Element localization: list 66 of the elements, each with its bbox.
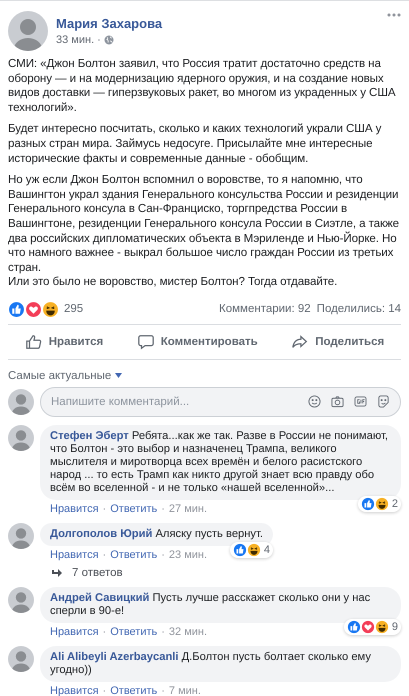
commenter-name[interactable]: Долгополов Юрий bbox=[50, 528, 152, 540]
comment-text: Стефен Эберт Ребята...как же так. Разве в России не понимают, что Болтон - это выбор и назначенец Трампа, великого мыслителя и миротворца всех времён и белого расистского народ ... то есть Трамп как никто другой знает всю правду обо всём во вселенной - и не только «нашей вселенной»... bbox=[50, 430, 389, 495]
post-paragraph: СМИ: «Джон Болтон заявил, что Россия тратит достаточно средств на оборону — и на модернизацию ядерного оружия, и на создание новых видов доставки — гиперзвуковых ракет, во многом из украденных у США технологий». bbox=[8, 57, 396, 116]
reaction-count[interactable]: 295 bbox=[64, 303, 84, 316]
reply-link[interactable]: Ответить bbox=[110, 684, 158, 696]
post-paragraph: Будет интересно посчитать, сколько и каких технологий украли США у разных стран мира. Займусь недосуге. Присылайте мне интересные исторические факты и современные данные - обобщим. bbox=[8, 122, 382, 166]
avatar[interactable] bbox=[8, 586, 34, 613]
reaction-count: 2 bbox=[392, 498, 398, 510]
camera-icon[interactable] bbox=[331, 395, 344, 408]
comment-time[interactable]: 27 мин. bbox=[168, 502, 208, 515]
thumbs-up-icon bbox=[24, 332, 43, 351]
separator: · bbox=[102, 626, 106, 638]
separator: · bbox=[161, 548, 165, 561]
like-link[interactable]: Нравится bbox=[50, 684, 99, 696]
reply-arrow-icon bbox=[52, 568, 62, 577]
like-button[interactable]: Нравится bbox=[16, 328, 112, 355]
separator: · bbox=[102, 502, 106, 515]
reaction-summary[interactable]: 2 bbox=[358, 496, 401, 512]
comment-time[interactable]: 32 мин. bbox=[168, 626, 208, 638]
separator: · bbox=[102, 684, 106, 696]
comment-field[interactable]: Напишите комментарий... bbox=[51, 396, 298, 408]
author-name[interactable]: Мария Захарова bbox=[56, 16, 379, 31]
globe-icon bbox=[104, 35, 114, 45]
shares-count[interactable]: Поделились: 14 bbox=[316, 303, 401, 316]
separator: · bbox=[161, 502, 165, 515]
reply-link[interactable]: Ответить bbox=[110, 626, 158, 638]
separator: · bbox=[97, 34, 101, 46]
commenter-name[interactable]: Андрей Савицкий bbox=[50, 592, 150, 604]
sticker-icon[interactable] bbox=[377, 395, 390, 408]
view-replies-link[interactable]: 7 ответов bbox=[52, 566, 123, 579]
separator: · bbox=[161, 626, 165, 638]
sort-dropdown[interactable]: Самые актуальные bbox=[8, 370, 122, 382]
separator: · bbox=[102, 548, 106, 561]
avatar[interactable] bbox=[8, 11, 48, 51]
like-link[interactable]: Нравится bbox=[50, 502, 99, 515]
avatar[interactable] bbox=[8, 388, 34, 415]
avatar[interactable] bbox=[8, 646, 34, 672]
share-button[interactable]: Поделиться bbox=[283, 328, 392, 355]
avatar[interactable] bbox=[8, 522, 34, 549]
reply-link[interactable]: Ответить bbox=[110, 502, 158, 515]
smiley-icon[interactable] bbox=[308, 395, 321, 408]
post-time[interactable]: 33 мин. bbox=[56, 34, 94, 46]
speech-bubble-icon bbox=[136, 332, 155, 351]
more-options-icon[interactable] bbox=[387, 13, 401, 17]
comment-text: Андрей Савицкий Пусть лучше расскажет сколько они у нас сперли в 90-е! bbox=[50, 592, 372, 618]
caret-icon bbox=[115, 373, 122, 378]
comment-text: Долгополов Юрий Аляску пусть вернут. bbox=[50, 528, 264, 541]
reaction-count: 9 bbox=[392, 620, 398, 633]
comment-button[interactable]: Комментировать bbox=[128, 328, 266, 355]
avatar[interactable] bbox=[8, 424, 34, 451]
gif-icon[interactable] bbox=[354, 396, 367, 408]
post-paragraph: Но уж если Джон Болтон вспомнил о воровстве, то я напомню, что Вашингтон украл здания Генерального консульства России и резиденции Генерального консула в Сан-Франциско, торгпредства России в Вашингтоне, резиденции Генерального консула России в Сиэтле, а также два российских дипломатических объекта в Мэриленде и Нью-Йорке. Но что намного важнее - выкрал большое число граждан России из третьих стран. Или это было не воровство, мистер Болтон? Тогда отдавайте. bbox=[8, 173, 400, 290]
comment-time[interactable]: 7 мин. bbox=[168, 684, 201, 696]
comments-count[interactable]: Комментарии: 92 bbox=[219, 303, 311, 316]
reaction-count: 4 bbox=[264, 544, 270, 556]
comment-text: Ali Alibeyli Azerbaycanli Д.Болтон пусть болтает сколько ему угодно)) bbox=[50, 650, 372, 677]
separator: · bbox=[161, 684, 165, 696]
reaction-summary[interactable]: 9 bbox=[344, 618, 401, 635]
commenter-name[interactable]: Ali Alibeyli Azerbaycanli bbox=[50, 650, 178, 663]
like-link[interactable]: Нравится bbox=[50, 626, 99, 638]
like-link[interactable]: Нравится bbox=[50, 548, 99, 561]
reply-link[interactable]: Ответить bbox=[110, 548, 158, 561]
reaction-summary[interactable]: 4 bbox=[230, 542, 274, 558]
comment-time[interactable]: 23 мин. bbox=[168, 548, 208, 561]
comment-box[interactable]: Напишите комментарий... bbox=[40, 386, 401, 417]
commenter-name[interactable]: Стефен Эберт bbox=[50, 430, 129, 442]
